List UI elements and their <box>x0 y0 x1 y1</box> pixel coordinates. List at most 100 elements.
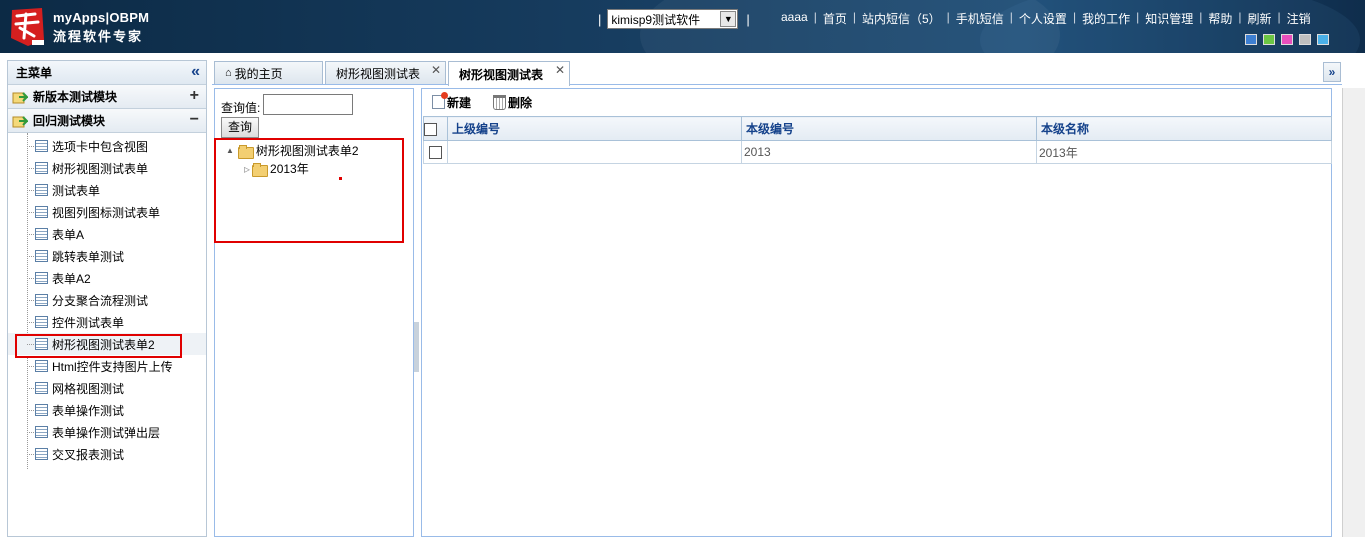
sidebar-item-label: 视图列图标测试表单 <box>52 205 161 220</box>
theme-swatches <box>1245 34 1329 45</box>
panel-splitter[interactable] <box>414 322 419 372</box>
form-icon <box>35 140 48 152</box>
sidebar-item-label: 表单操作测试弹出层 <box>52 425 161 440</box>
sidebar-item[interactable]: Html控件支持图片上传 <box>8 355 206 377</box>
new-button[interactable]: 新建 <box>432 92 472 111</box>
form-icon <box>35 360 48 372</box>
highlight-box <box>214 138 404 243</box>
sidebar-item-label: 跳转表单测试 <box>52 249 125 264</box>
nav-user[interactable]: aaaa <box>781 10 808 27</box>
nav-refresh[interactable]: 刷新 <box>1247 10 1271 27</box>
sidebar-item[interactable]: 控件测试表单 <box>8 311 206 333</box>
sidebar-item[interactable]: 视图列图标测试表单 <box>8 201 206 223</box>
form-icon <box>35 250 48 262</box>
theme-swatch-pink[interactable] <box>1281 34 1293 45</box>
expand-icon[interactable]: + <box>190 87 199 105</box>
sidebar-item-label: 网格视图测试 <box>52 381 125 396</box>
app-header: myApps|OBPM 流程软件专家 | kimisp9测试软件 ▼ | aaa… <box>0 0 1365 53</box>
select-all-checkbox[interactable] <box>424 122 437 136</box>
home-icon: ⌂ <box>225 67 232 79</box>
form-icon <box>35 382 48 394</box>
double-chevron-left-icon[interactable]: « <box>191 63 200 81</box>
sidebar-item[interactable]: 表单操作测试弹出层 <box>8 421 206 443</box>
chevron-down-icon[interactable]: ▼ <box>720 11 737 27</box>
sidebar-item[interactable]: 跳转表单测试 <box>8 245 206 267</box>
highlight-box <box>15 334 182 358</box>
nav-home[interactable]: 首页 <box>823 10 847 27</box>
brand-slogan: 流程软件专家 <box>53 29 144 44</box>
sidebar-group-new-version[interactable]: 新版本测试模块 + <box>8 85 206 109</box>
sidebar-item-label: 树形视图测试表单 <box>52 161 149 176</box>
trash-icon <box>493 94 507 110</box>
sidebar-item-label: Html控件支持图片上传 <box>52 359 173 374</box>
logo-seal-icon <box>11 8 44 46</box>
form-icon <box>35 162 48 174</box>
sidebar-group-label: 回归测试模块 <box>33 114 106 128</box>
sidebar-item[interactable]: 表单A <box>8 223 206 245</box>
sidebar-item[interactable]: 表单A2 <box>8 267 206 289</box>
nav-knowledge[interactable]: 知识管理 <box>1145 10 1193 27</box>
brand: myApps|OBPM 流程软件专家 <box>53 10 149 45</box>
nav-logout[interactable]: 注销 <box>1287 10 1311 27</box>
form-icon <box>35 272 48 284</box>
close-icon[interactable]: ✕ <box>555 63 565 77</box>
form-icon <box>35 184 48 196</box>
theme-swatch-cyan[interactable] <box>1317 34 1329 45</box>
system-select-value: kimisp9测试软件 <box>611 12 701 27</box>
form-icon <box>35 426 48 438</box>
nav-sms[interactable]: 手机短信 <box>956 10 1004 27</box>
tab-tree-view-2[interactable]: 树形视图测试表 ✕ <box>448 61 570 86</box>
nav-help[interactable]: 帮助 <box>1208 10 1232 27</box>
sidebar-item-label: 分支聚合流程测试 <box>52 293 149 308</box>
data-grid: 上级编号 本级编号 本级名称 2013 2013年 <box>423 116 1332 164</box>
sidebar-group-label: 新版本测试模块 <box>33 90 118 104</box>
row-checkbox[interactable] <box>429 146 442 160</box>
collapse-icon[interactable]: − <box>190 111 199 129</box>
nav-messages[interactable]: 站内短信（5） <box>862 10 941 27</box>
sidebar-item[interactable]: 交叉报表测试 <box>8 443 206 465</box>
column-header[interactable]: 上级编号 <box>447 116 742 141</box>
tab-home[interactable]: ⌂ 我的主页 <box>214 61 323 84</box>
nav-settings[interactable]: 个人设置 <box>1019 10 1067 27</box>
row-select-cell <box>423 140 448 164</box>
query-label: 查询值: <box>221 101 261 115</box>
sidebar-group-regression[interactable]: 回归测试模块 − <box>8 109 206 133</box>
form-icon <box>35 294 48 306</box>
theme-swatch-green[interactable] <box>1263 34 1275 45</box>
sidebar-title: 主菜单 <box>16 66 53 80</box>
sidebar-item[interactable]: 表单操作测试 <box>8 399 206 421</box>
sidebar-item[interactable]: 分支聚合流程测试 <box>8 289 206 311</box>
tab-tree-view-1[interactable]: 树形视图测试表 ✕ <box>325 61 446 84</box>
grid-panel: 新建 删除 上级编号 本级编号 本级名称 2013 2013年 <box>421 88 1332 537</box>
module-icon <box>12 115 28 127</box>
sidebar-item-label: 控件测试表单 <box>52 315 125 330</box>
tab-label: 我的主页 <box>234 66 283 81</box>
column-header[interactable]: 本级名称 <box>1036 116 1332 141</box>
sidebar-item-label: 表单操作测试 <box>52 403 125 418</box>
system-select-wrap: | kimisp9测试软件 ▼ | <box>598 9 750 29</box>
sidebar-item[interactable]: 测试表单 <box>8 179 206 201</box>
sidebar-item-label: 交叉报表测试 <box>52 447 125 462</box>
theme-swatch-gray[interactable] <box>1299 34 1311 45</box>
sidebar-item-label: 表单A <box>52 227 85 242</box>
sidebar-item[interactable]: 网格视图测试 <box>8 377 206 399</box>
query-button[interactable]: 查询 <box>221 117 259 138</box>
marker-dot <box>339 177 342 180</box>
sidebar-menu-list: 选项卡中包含视图 树形视图测试表单 测试表单 视图列图标测试表单 表单A 跳转表… <box>8 133 206 469</box>
theme-swatch-blue[interactable] <box>1245 34 1257 45</box>
sidebar-item[interactable]: 树形视图测试表单 <box>8 157 206 179</box>
new-button-label: 新建 <box>447 95 472 110</box>
form-icon <box>35 404 48 416</box>
chevron-down-double-icon[interactable]: » <box>1323 62 1341 82</box>
close-icon[interactable]: ✕ <box>431 63 441 77</box>
table-row[interactable]: 2013 2013年 <box>423 140 1332 164</box>
grid-toolbar: 新建 删除 <box>422 89 1331 115</box>
query-input[interactable] <box>263 94 353 115</box>
system-select[interactable]: kimisp9测试软件 ▼ <box>607 9 739 29</box>
delete-button[interactable]: 删除 <box>493 94 532 111</box>
sidebar-item[interactable]: 选项卡中包含视图 <box>8 135 206 157</box>
column-header[interactable]: 本级编号 <box>741 116 1037 141</box>
form-icon <box>35 448 48 460</box>
module-icon <box>12 91 28 103</box>
nav-my-work[interactable]: 我的工作 <box>1082 10 1130 27</box>
